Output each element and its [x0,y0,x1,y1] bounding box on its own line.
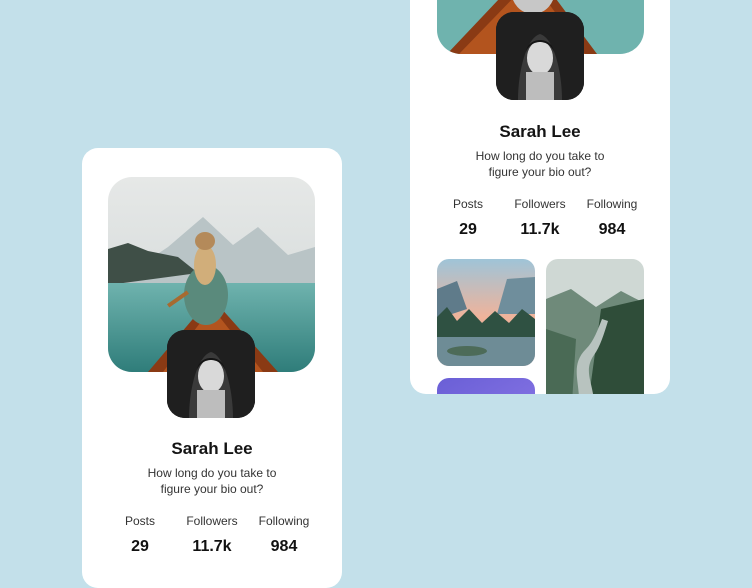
profile-card-left: Sarah Lee How long do you take to figure… [82,148,342,588]
stat-label: Following [258,514,310,528]
profile-name: Sarah Lee [171,439,253,458]
gallery-photo[interactable] [437,378,535,394]
profile-name: Sarah Lee [499,122,581,141]
profile-card-right: Sarah Lee How long do you take to figure… [410,0,670,394]
stat-value: 984 [598,221,626,238]
gallery-photo[interactable] [546,259,644,394]
bio-line: figure your bio out? [488,165,592,179]
stat-value: 29 [131,538,149,555]
stat-following[interactable]: Following 984 [576,197,648,239]
stat-value: 984 [270,538,298,555]
profile-stats: Posts 29 Followers 11.7k Following 984 [104,514,320,556]
bio-line: How long do you take to [147,466,277,480]
gallery-photo[interactable] [437,259,535,366]
stat-label: Followers [514,197,566,211]
stat-label: Followers [186,514,238,528]
stat-label: Following [586,197,638,211]
avatar[interactable] [496,12,584,100]
avatar[interactable] [167,330,255,418]
profile-stats: Posts 29 Followers 11.7k Following 984 [432,197,648,239]
stat-followers[interactable]: Followers 11.7k [176,514,248,556]
stat-posts[interactable]: Posts 29 [432,197,504,239]
profile-bio: How long do you take to figure your bio … [122,465,302,497]
stat-label: Posts [452,197,483,211]
stat-following[interactable]: Following 984 [248,514,320,556]
stat-value: 29 [459,221,477,238]
stat-followers[interactable]: Followers 11.7k [504,197,576,239]
bio-line: How long do you take to [475,149,605,163]
stat-value: 11.7k [192,538,232,555]
stat-value: 11.7k [520,221,560,238]
stat-label: Posts [124,514,155,528]
profile-bio: How long do you take to figure your bio … [450,148,630,180]
bio-line: figure your bio out? [160,482,264,496]
stat-posts[interactable]: Posts 29 [104,514,176,556]
